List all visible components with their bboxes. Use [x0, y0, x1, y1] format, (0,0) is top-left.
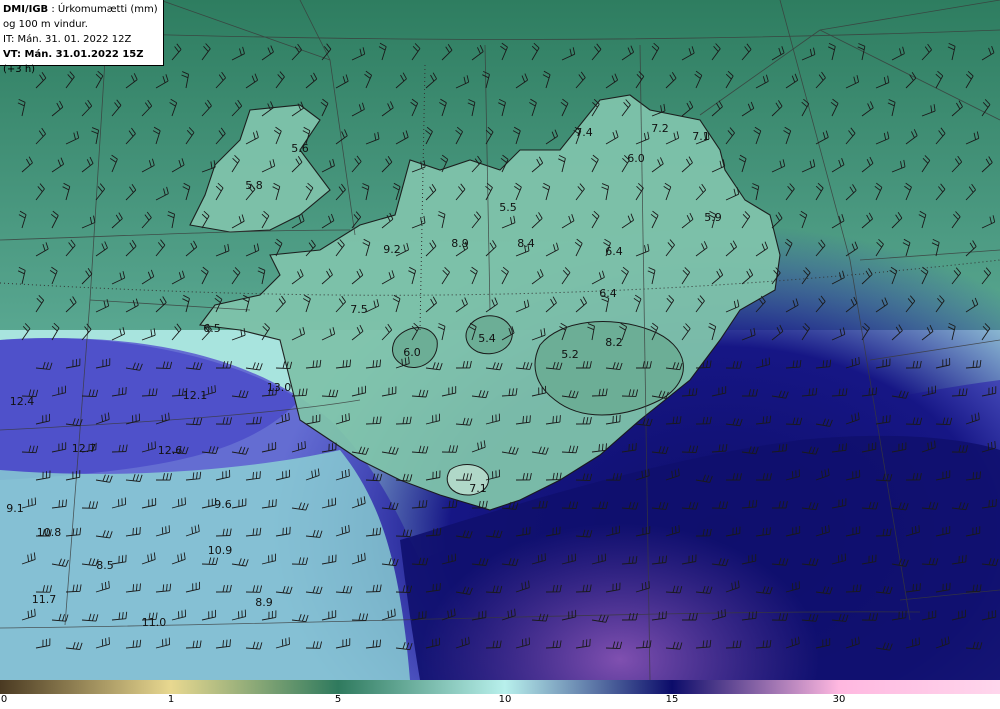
colorbar-ticks: 0 1 5 10 15 30: [0, 694, 1000, 709]
colorbar-tick-label: 15: [665, 694, 679, 705]
colorbar-tick-label: 1: [167, 694, 175, 705]
precip-value-label: 11.7: [32, 593, 57, 606]
precip-value-label: 5.8: [245, 179, 263, 192]
precip-value-label: 7.4: [575, 126, 593, 139]
precip-value-label: 8.9: [255, 596, 273, 609]
colorbar-tick-label: 30: [832, 694, 846, 705]
field-name: : Úrkomumætti (mm): [48, 4, 158, 15]
lead-time: (+3 h): [3, 64, 36, 75]
precip-value-label: 13.0: [267, 381, 292, 394]
precip-value-label: 12.7: [72, 442, 97, 455]
precip-value-label: 7.5: [350, 303, 368, 316]
precip-value-label: 6.0: [627, 152, 645, 165]
colorbar-tick-label: 10: [498, 694, 512, 705]
precipitation-wind-map: 5.6 5.8 7.4 7.2 7.1 6.0 5.5 5.9 9.2 8.9 8.4 6.4 6.4 7…: [0, 0, 1000, 680]
precip-value-label: 8.9: [451, 237, 469, 250]
initial-time: IT: Mán. 31. 01. 2022 12Z: [3, 34, 132, 45]
precip-value-label: 8.2: [605, 336, 623, 349]
colorbar-tick-label: 0: [0, 694, 8, 705]
precip-value-label: 6.4: [605, 245, 623, 258]
precip-value-label: 6.4: [599, 287, 617, 300]
precip-value-label: 10.9: [208, 544, 233, 557]
colorbar: [0, 680, 1000, 694]
field-subtitle: og 100 m vindur.: [3, 19, 88, 30]
precip-value-label: 8.5: [96, 559, 114, 572]
precip-value-label: 12.4: [10, 395, 35, 408]
valid-time: VT: Mán. 31.01.2022 15Z: [3, 49, 144, 60]
precip-value-label: 12.6: [158, 444, 183, 457]
precip-value-label: 7.1: [469, 482, 487, 495]
precip-value-label: 6.5: [203, 322, 221, 335]
precip-value-label: 10.8: [37, 526, 62, 539]
precip-value-label: 5.5: [499, 201, 517, 214]
precip-value-label: 7.1: [692, 130, 710, 143]
colorbar-tick-label: 5: [334, 694, 342, 705]
model-name: DMI/IGB: [3, 4, 49, 15]
precip-value-label: 9.6: [214, 498, 232, 511]
precip-value-label: 11.0: [142, 616, 167, 629]
precip-value-label: 8.4: [517, 237, 535, 250]
precip-value-label: 6.0: [403, 346, 421, 359]
precip-value-label: 12.1: [183, 389, 208, 402]
info-box: DMI/IGB : Úrkomumætti (mm) og 100 m vind…: [0, 0, 164, 75]
precip-value-label: 9.2: [383, 243, 401, 256]
precip-value-label: 9.1: [6, 502, 24, 515]
precip-value-label: 5.2: [561, 348, 579, 361]
precip-value-label: 7.2: [651, 122, 669, 135]
precip-value-label: 5.6: [291, 142, 309, 155]
precip-value-label: 5.9: [704, 211, 722, 224]
precip-value-label: 5.4: [478, 332, 496, 345]
